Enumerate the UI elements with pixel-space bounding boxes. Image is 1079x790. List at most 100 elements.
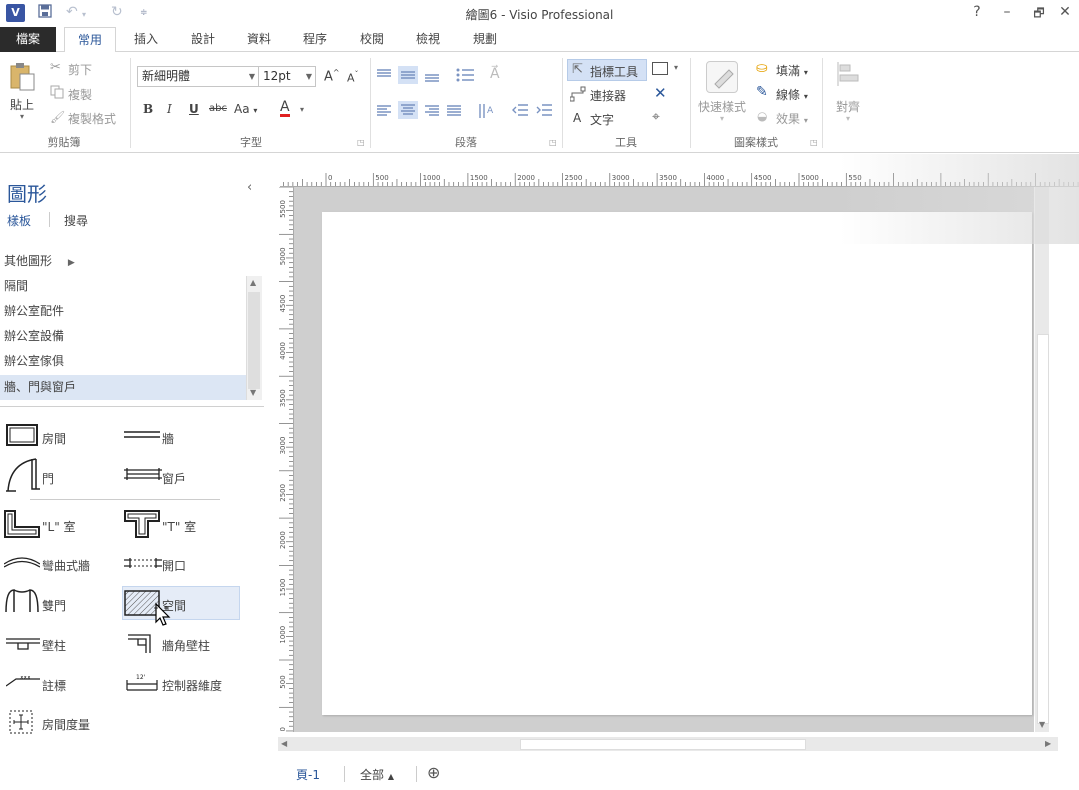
align-shapes-button[interactable]: 對齊 xyxy=(836,98,860,115)
align-bottom-icon[interactable] xyxy=(424,70,440,85)
effects-icon[interactable]: ◒ xyxy=(757,109,767,123)
stencil-item[interactable]: 辦公室設備 xyxy=(4,327,64,344)
align-shapes-icon[interactable] xyxy=(836,62,862,89)
vertical-scroll-thumb[interactable] xyxy=(1037,334,1049,724)
connector-icon[interactable] xyxy=(569,86,586,105)
text-angle-icon[interactable]: A⃗ xyxy=(490,66,500,82)
stencil-item[interactable]: 辦公室傢俱 xyxy=(4,352,64,369)
line-icon[interactable]: ✎ xyxy=(756,84,768,100)
font-color-button[interactable]: A xyxy=(280,100,290,117)
restore-button[interactable]: 🗗 xyxy=(1030,4,1048,25)
paste-icon[interactable] xyxy=(8,62,36,95)
paste-dropdown-icon[interactable]: ▾ xyxy=(20,112,24,121)
opening-shape-icon[interactable] xyxy=(124,557,162,571)
tab-stencils[interactable]: 樣板 xyxy=(7,212,31,229)
stencil-scroll-thumb[interactable] xyxy=(248,292,260,389)
room-shape-label[interactable]: 房間 xyxy=(42,430,66,447)
align-middle-icon[interactable] xyxy=(398,66,418,84)
effects-button[interactable]: 效果 ▾ xyxy=(776,110,808,127)
scroll-up-icon[interactable]: ▲ xyxy=(250,278,256,287)
align-top-icon[interactable] xyxy=(376,68,392,83)
text-direction-icon[interactable]: A xyxy=(478,101,498,122)
tab-review[interactable]: 校閱 xyxy=(352,27,392,53)
justify-icon[interactable] xyxy=(446,104,462,119)
tab-data[interactable]: 資料 xyxy=(239,27,279,53)
callout-shape-label[interactable]: 註標 xyxy=(42,677,66,694)
tab-process[interactable]: 程序 xyxy=(295,27,335,53)
cut-icon[interactable]: ✂ xyxy=(50,60,61,75)
close-button[interactable]: ✕ xyxy=(1056,4,1074,20)
wall-shape-icon[interactable] xyxy=(124,429,160,443)
wall-shape-label[interactable]: 牆 xyxy=(162,430,174,447)
opening-shape-label[interactable]: 開口 xyxy=(162,557,186,574)
text-tool-icon[interactable]: A xyxy=(573,111,581,125)
align-left-icon[interactable] xyxy=(376,104,392,119)
page-tab-1[interactable]: 頁-1 xyxy=(296,766,320,783)
tab-file[interactable]: 檔案 xyxy=(0,27,56,52)
tab-design[interactable]: 設計 xyxy=(183,27,223,53)
font-dialog-launcher-icon[interactable]: ◳ xyxy=(357,138,365,147)
strikethrough-button[interactable]: abc xyxy=(209,103,227,114)
room-measure-shape-icon[interactable] xyxy=(8,709,34,738)
pointer-tool-button[interactable]: ⇱ 指標工具 xyxy=(567,59,647,81)
shrink-font-button[interactable]: Aˇ xyxy=(347,70,359,85)
rectangle-icon[interactable] xyxy=(652,62,668,75)
bullets-icon[interactable] xyxy=(456,68,474,85)
bold-button[interactable]: B xyxy=(143,102,153,116)
t-room-shape-icon[interactable] xyxy=(124,510,160,541)
stencil-item[interactable]: 隔間 xyxy=(4,277,28,294)
connection-point-icon[interactable]: ⌖ xyxy=(652,109,660,125)
scroll-down-icon[interactable]: ▼ xyxy=(250,388,256,397)
tab-view[interactable]: 檢視 xyxy=(408,27,448,53)
underline-button[interactable]: U xyxy=(189,102,199,116)
tab-home[interactable]: 常用 xyxy=(64,27,116,53)
all-pages-button[interactable]: 全部 ▲ xyxy=(360,766,394,783)
collapse-panel-icon[interactable]: ‹ xyxy=(247,180,252,195)
align-center-icon[interactable] xyxy=(398,101,418,119)
tab-insert[interactable]: 插入 xyxy=(126,27,166,53)
font-name-combo[interactable]: 新細明體 ▼ xyxy=(137,66,259,87)
paragraph-dialog-launcher-icon[interactable]: ◳ xyxy=(549,138,557,147)
minimize-button[interactable]: – xyxy=(998,4,1016,20)
quick-styles-icon[interactable] xyxy=(706,61,738,93)
pilaster-shape-icon[interactable] xyxy=(6,636,40,653)
more-shapes-menu[interactable]: 其他圖形 ▶ xyxy=(4,252,75,269)
stencil-item-active[interactable]: 牆、門與窗戶 xyxy=(4,378,76,395)
window-shape-icon[interactable] xyxy=(124,468,162,483)
increase-indent-icon[interactable] xyxy=(536,103,552,120)
double-door-shape-label[interactable]: 雙門 xyxy=(42,597,66,614)
copy-button[interactable]: 複製 xyxy=(68,86,92,103)
align-dropdown-icon[interactable]: ▾ xyxy=(846,114,850,123)
font-size-combo[interactable]: 12pt ▼ xyxy=(258,66,316,87)
room-shape-icon[interactable] xyxy=(6,424,38,449)
connector-button[interactable]: 連接器 xyxy=(590,87,626,104)
callout-shape-icon[interactable]: xxx xyxy=(5,674,40,691)
room-measure-shape-label[interactable]: 房間度量 xyxy=(42,716,90,733)
horizontal-scroll-thumb[interactable] xyxy=(520,739,806,750)
line-button[interactable]: 線條 ▾ xyxy=(776,86,808,103)
text-tool-button[interactable]: 文字 xyxy=(590,111,614,128)
l-room-shape-label[interactable]: "L" 室 xyxy=(42,518,76,535)
scroll-left-icon[interactable]: ◀ xyxy=(281,739,287,748)
italic-button[interactable]: I xyxy=(167,102,172,116)
font-color-dropdown-icon[interactable]: ▾ xyxy=(300,105,304,114)
cut-button[interactable]: 剪下 xyxy=(68,61,92,78)
shape-styles-dialog-launcher-icon[interactable]: ◳ xyxy=(810,138,818,147)
l-room-shape-icon[interactable] xyxy=(4,510,40,541)
shape-dropdown-icon[interactable]: ▾ xyxy=(674,63,678,72)
help-button[interactable]: ? xyxy=(968,4,986,20)
format-painter-button[interactable]: 複製格式 xyxy=(68,110,116,127)
scroll-right-icon[interactable]: ▶ xyxy=(1045,739,1051,748)
corner-pilaster-shape-icon[interactable] xyxy=(128,632,156,657)
controller-dimension-shape-label[interactable]: 控制器維度 xyxy=(162,677,222,694)
grow-font-button[interactable]: A^ xyxy=(324,68,340,84)
curved-wall-shape-icon[interactable] xyxy=(3,554,41,571)
t-room-shape-label[interactable]: "T" 室 xyxy=(162,518,196,535)
quick-styles-dropdown-icon[interactable]: ▾ xyxy=(720,114,724,123)
double-door-shape-icon[interactable] xyxy=(4,586,40,617)
tab-search[interactable]: 搜尋 xyxy=(64,212,88,229)
tab-plan[interactable]: 規劃 xyxy=(465,27,505,53)
stencil-item[interactable]: 辦公室配件 xyxy=(4,302,64,319)
add-page-button[interactable]: ⊕ xyxy=(427,763,440,782)
window-shape-label[interactable]: 窗戶 xyxy=(162,470,186,487)
